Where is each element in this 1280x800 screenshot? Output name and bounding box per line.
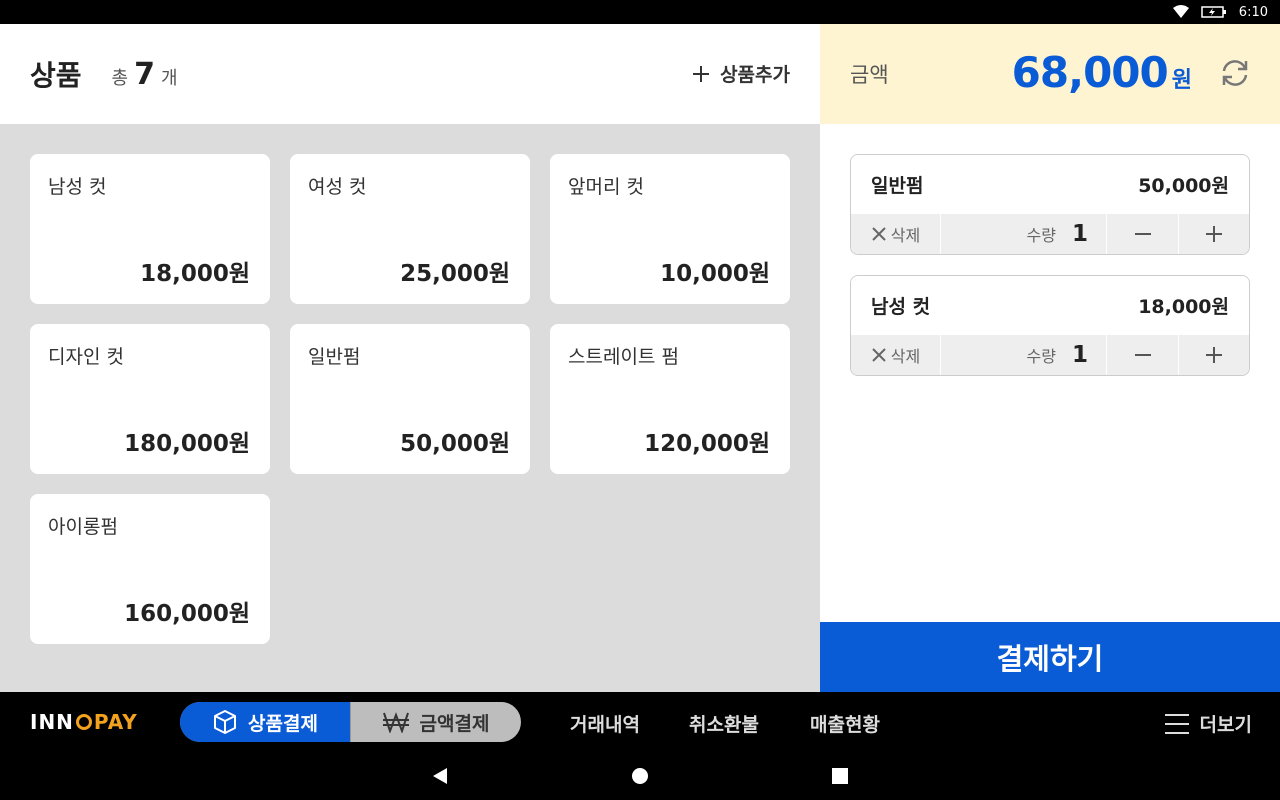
cart-item-header: 남성 컷 18,000원 — [851, 276, 1249, 335]
product-card[interactable]: 스트레이트 펌 120,000원 — [550, 324, 790, 474]
bottom-nav: INN PAY 상품결제 금액결제 거래내역 취소환불 매출현황 더보기 — [0, 692, 1280, 752]
product-count: 총 7 개 — [112, 57, 178, 92]
product-price: 180,000원 — [124, 431, 250, 457]
product-name: 스트레이트 펌 — [568, 346, 679, 368]
product-card[interactable]: 디자인 컷 180,000원 — [30, 324, 270, 474]
nav-cancel-refund[interactable]: 취소환불 — [689, 710, 759, 737]
products-header: 상품 총 7 개 상품추가 — [0, 24, 820, 124]
refresh-icon[interactable] — [1218, 56, 1252, 90]
plus-icon — [693, 65, 710, 82]
cart-item-price: 18,000원 — [1138, 296, 1229, 318]
minus-icon — [1134, 354, 1151, 356]
logo-right: PAY — [93, 710, 138, 734]
status-time: 6:10 — [1238, 4, 1268, 20]
decrease-button[interactable] — [1107, 214, 1178, 254]
decrease-button[interactable] — [1107, 335, 1178, 375]
cart-item-name: 남성 컷 — [871, 296, 931, 318]
plus-icon — [1206, 226, 1222, 242]
cart-item-price: 50,000원 — [1138, 175, 1229, 197]
product-price: 50,000원 — [400, 431, 510, 457]
bulb-icon — [75, 714, 92, 730]
cart-list: 일반펌 50,000원 삭제 수량 1 남성 컷 18,000원 삭제 수량 1 — [850, 154, 1250, 396]
product-name: 앞머리 컷 — [568, 176, 644, 198]
product-price: 18,000원 — [140, 261, 250, 287]
box-icon — [214, 710, 237, 734]
close-icon — [872, 227, 886, 241]
quantity-label: 수량 — [1026, 226, 1056, 245]
nav-sales-status[interactable]: 매출현황 — [810, 710, 880, 737]
quantity-display: 수량 1 — [941, 214, 1107, 254]
amount-total: 68,000 원 — [1012, 48, 1192, 97]
order-panel: 금액 68,000 원 일반펌 50,000원 삭제 수량 1 남성 컷 18,… — [820, 24, 1280, 692]
wifi-icon — [1172, 5, 1189, 19]
cart-item-header: 일반펌 50,000원 — [851, 155, 1249, 214]
won-icon — [382, 712, 409, 733]
add-product-label: 상품추가 — [720, 64, 790, 86]
cart-item-controls: 삭제 수량 1 — [851, 335, 1249, 375]
cart-item-controls: 삭제 수량 1 — [851, 214, 1249, 254]
product-price: 120,000원 — [644, 431, 770, 457]
pay-button[interactable]: 결제하기 — [820, 622, 1280, 692]
back-icon[interactable] — [430, 766, 450, 786]
increase-button[interactable] — [1178, 214, 1249, 254]
product-name: 남성 컷 — [48, 176, 107, 198]
delete-button[interactable]: 삭제 — [851, 214, 941, 254]
status-bar: 6:10 — [0, 0, 1280, 24]
amount-label: 금액 — [850, 63, 889, 87]
minus-icon — [1134, 233, 1151, 235]
product-price: 10,000원 — [660, 261, 770, 287]
page-title: 상품 — [30, 59, 82, 92]
products-panel: 상품 총 7 개 상품추가 남성 컷 18,000원 여성 컷 25,000원 … — [0, 24, 820, 692]
quantity-label: 수량 — [1026, 347, 1056, 366]
delete-label: 삭제 — [890, 226, 921, 245]
cart-item-name: 일반펌 — [871, 175, 924, 197]
count-number: 7 — [134, 56, 155, 92]
battery-icon — [1201, 5, 1227, 19]
amount-unit: 원 — [1171, 68, 1192, 93]
delete-label: 삭제 — [890, 347, 921, 366]
recents-icon[interactable] — [830, 766, 850, 786]
product-name: 여성 컷 — [308, 176, 367, 198]
product-grid: 남성 컷 18,000원 여성 컷 25,000원 앞머리 컷 10,000원 … — [30, 154, 790, 644]
payment-mode-toggle: 상품결제 금액결제 — [180, 702, 521, 742]
product-card[interactable]: 일반펌 50,000원 — [290, 324, 530, 474]
delete-button[interactable]: 삭제 — [851, 335, 941, 375]
product-card[interactable]: 여성 컷 25,000원 — [290, 154, 530, 304]
product-card[interactable]: 아이롱펌 160,000원 — [30, 494, 270, 644]
home-icon[interactable] — [630, 766, 650, 786]
innopay-logo: INN PAY — [30, 710, 138, 734]
logo-left: INN — [30, 710, 74, 734]
increase-button[interactable] — [1178, 335, 1249, 375]
close-icon — [872, 348, 886, 362]
more-label: 더보기 — [1199, 714, 1252, 736]
tab-amount-payment[interactable]: 금액결제 — [350, 702, 520, 742]
product-price: 160,000원 — [124, 601, 250, 627]
amount-bar: 금액 68,000 원 — [820, 24, 1280, 124]
system-nav-bar — [0, 752, 1280, 800]
product-card[interactable]: 남성 컷 18,000원 — [30, 154, 270, 304]
product-name: 디자인 컷 — [48, 346, 124, 368]
cart-item: 남성 컷 18,000원 삭제 수량 1 — [850, 275, 1250, 376]
tab-product-payment[interactable]: 상품결제 — [180, 702, 350, 742]
quantity-value: 1 — [1071, 221, 1088, 247]
tab-amount-label: 금액결제 — [419, 712, 490, 735]
tab-product-label: 상품결제 — [248, 712, 318, 735]
cart-item: 일반펌 50,000원 삭제 수량 1 — [850, 154, 1250, 255]
more-button[interactable]: 더보기 — [1164, 710, 1252, 737]
plus-icon — [1206, 347, 1222, 363]
nav-transaction-history[interactable]: 거래내역 — [570, 710, 640, 737]
product-price: 25,000원 — [400, 261, 510, 287]
quantity-value: 1 — [1071, 342, 1088, 368]
amount-value: 68,000 — [1011, 48, 1169, 97]
count-suffix: 개 — [160, 67, 178, 89]
menu-icon — [1164, 713, 1189, 734]
add-product-button[interactable]: 상품추가 — [692, 60, 790, 87]
product-card[interactable]: 앞머리 컷 10,000원 — [550, 154, 790, 304]
count-prefix: 총 — [111, 67, 129, 89]
product-name: 아이롱펌 — [48, 516, 118, 538]
quantity-display: 수량 1 — [941, 335, 1107, 375]
product-name: 일반펌 — [308, 346, 361, 368]
